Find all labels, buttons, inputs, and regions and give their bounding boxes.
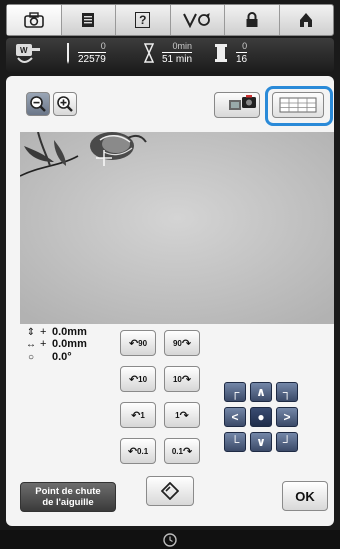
camera-capture-button[interactable] (214, 92, 260, 118)
needle-drop-point-button[interactable]: Point de chute de l'aiguille (20, 482, 116, 512)
rotate-left-icon: ↶ (131, 409, 141, 422)
rotate-diamond-icon (161, 482, 179, 500)
rotate-right-icon: ↷ (181, 373, 192, 386)
arrow-right-icon: > (283, 410, 291, 424)
help-icon: ? (135, 12, 151, 28)
vertical-arrow-icon: ⇕ (26, 326, 36, 338)
rotate-mode-button[interactable] (146, 476, 194, 506)
clock-icon (163, 532, 177, 547)
thread-change-tab[interactable] (171, 5, 225, 35)
move-up-left-button[interactable]: ┌ (224, 382, 246, 402)
rotate-right-icon: ↷ (182, 445, 193, 458)
move-right-button[interactable]: > (276, 407, 298, 427)
horizontal-offset-row: ↔ + 0.0mm (22, 338, 122, 350)
zoom-in-icon (57, 96, 73, 112)
help-tab[interactable]: ? (116, 5, 171, 35)
embroidery-foot-icon: W (14, 42, 42, 66)
position-readout: ⇕ + 0.0mm ↔ + 0.0mm ○ 0.0° (22, 326, 122, 363)
grid-button[interactable] (272, 92, 324, 118)
thread-change-icon (183, 13, 211, 28)
page-icon (82, 13, 95, 27)
status-bar: W 0 22579 0min 51 min 0 16 (6, 38, 334, 72)
zoom-out-button[interactable] (26, 92, 50, 116)
grid-icon (279, 97, 317, 113)
rotate-right-icon: ↷ (179, 409, 189, 422)
top-toolbar: ? (6, 4, 334, 36)
horizontal-offset-value: 0.0mm (52, 338, 87, 350)
home-icon (300, 13, 313, 27)
rotate-left-icon: ↶ (127, 445, 138, 458)
rotate-left-90-button[interactable]: ↶ 90 (120, 330, 156, 356)
color-total: 16 (236, 52, 248, 65)
stitch-total: 22579 (78, 52, 106, 65)
corner-down-left-icon: └ (230, 435, 240, 449)
arrow-left-icon: < (231, 410, 239, 424)
rotate-left-icon: ↶ (128, 337, 139, 350)
spool-icon (215, 44, 227, 62)
rotate-left-icon: ↶ (128, 373, 139, 386)
rotate-right-10-button[interactable]: 10 ↷ (164, 366, 200, 392)
ok-button[interactable]: OK (282, 481, 328, 511)
screen-frame: ? W 0 22579 0min 51 min 0 16 ⇕ + 0.0mm ↔… (0, 0, 340, 549)
center-dot-icon: ● (257, 410, 265, 424)
page-tab[interactable] (62, 5, 116, 35)
rotation-value: 0.0° (52, 351, 72, 363)
corner-up-left-icon: ┌ (230, 385, 240, 399)
rotate-right-icon: ↷ (181, 337, 192, 350)
home-tab[interactable] (280, 5, 334, 35)
move-up-button[interactable]: ∧ (250, 382, 272, 402)
move-left-button[interactable]: < (224, 407, 246, 427)
time-counter: 0min 51 min (144, 41, 193, 65)
camera-capture-icon (229, 95, 256, 110)
zoom-out-icon (30, 96, 46, 112)
rotation-icon: ○ (27, 351, 35, 363)
needle-icon (67, 43, 69, 64)
color-counter: 0 16 (214, 41, 248, 65)
vertical-offset-row: ⇕ + 0.0mm (22, 326, 122, 338)
center-button[interactable]: ● (250, 407, 272, 427)
rotate-left-0-1-button[interactable]: ↶ 0.1 (120, 438, 156, 464)
move-down-button[interactable]: ∨ (250, 432, 272, 452)
move-up-right-button[interactable]: ┐ (276, 382, 298, 402)
move-down-right-button[interactable]: ┘ (276, 432, 298, 452)
stitch-counter: 0 22579 (64, 41, 106, 65)
rotate-right-0-1-button[interactable]: 0.1 ↷ (164, 438, 200, 464)
fabric-embroidery-image (20, 132, 334, 324)
color-done: 0 (242, 41, 248, 51)
bottom-bar (0, 530, 340, 549)
corner-down-right-icon: ┘ (282, 435, 292, 449)
rotate-right-1-button[interactable]: 1 ↷ (164, 402, 200, 428)
vertical-offset-value: 0.0mm (52, 326, 87, 338)
arrow-down-icon: ∨ (256, 435, 266, 449)
corner-up-right-icon: ┐ (282, 385, 292, 399)
lock-tab[interactable] (225, 5, 280, 35)
stitch-done: 0 (100, 41, 106, 51)
zoom-in-button[interactable] (53, 92, 77, 116)
horizontal-arrow-icon: ↔ (26, 338, 36, 350)
camera-icon (23, 12, 44, 28)
arrow-up-icon: ∧ (256, 385, 266, 399)
camera-view[interactable] (20, 132, 334, 324)
rotate-left-10-button[interactable]: ↶ 10 (120, 366, 156, 392)
rotation-row: ○ 0.0° (22, 351, 122, 363)
hourglass-icon (144, 43, 154, 63)
rotate-right-90-button[interactable]: 90 ↷ (164, 330, 200, 356)
svg-text:W: W (20, 46, 28, 55)
rotate-left-1-button[interactable]: ↶ 1 (120, 402, 156, 428)
camera-panel: ⇕ + 0.0mm ↔ + 0.0mm ○ 0.0° ↶ 90 90 ↷ ↶ 10 (6, 76, 334, 526)
camera-tab[interactable] (7, 5, 62, 35)
time-total: 51 (162, 54, 174, 65)
lock-icon (246, 12, 258, 27)
move-down-left-button[interactable]: └ (224, 432, 246, 452)
